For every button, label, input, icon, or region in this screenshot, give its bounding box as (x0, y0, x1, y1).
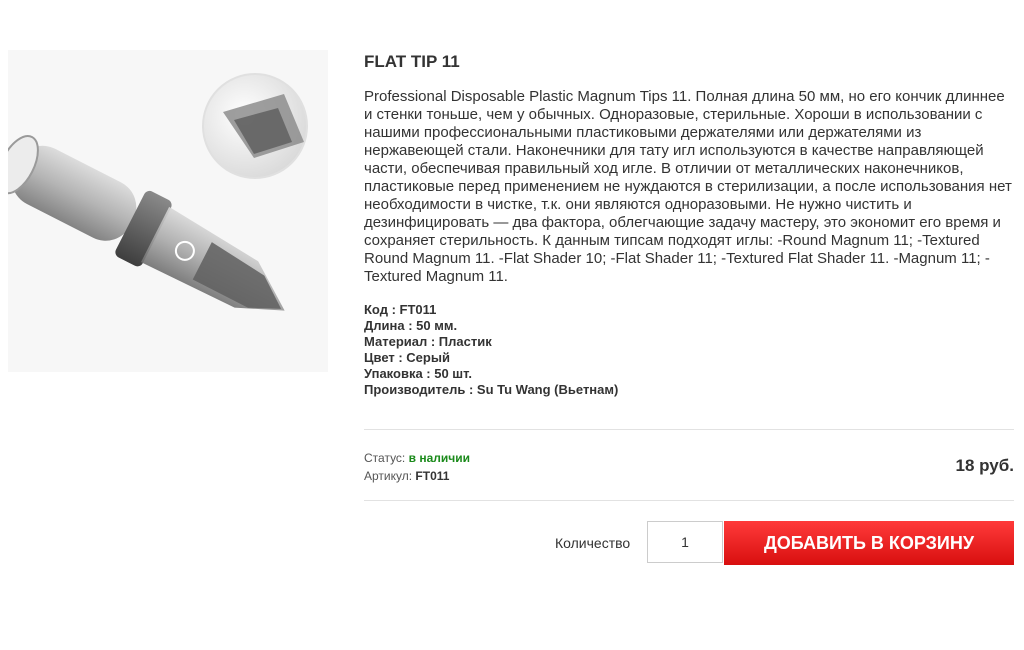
sku-row: Артикул: FT011 (364, 467, 470, 485)
add-to-cart-button[interactable]: ДОБАВИТЬ В КОРЗИНУ (724, 521, 1014, 565)
sku-label: Артикул: (364, 469, 413, 483)
quantity-input[interactable] (647, 521, 723, 563)
status-block: Статус: в наличии Артикул: FT011 (364, 449, 470, 485)
sku-value: FT011 (415, 469, 450, 483)
tattoo-tip-illustration (8, 50, 328, 372)
spec-package: Упаковка : 50 шт. (364, 366, 472, 381)
product-price: 18 руб. (955, 456, 1014, 475)
product-title: FLAT TIP 11 (364, 52, 460, 71)
product-description: Professional Disposable Plastic Magnum T… (364, 88, 1012, 285)
spec-manufacturer: Производитель : Su Tu Wang (Вьетнам) (364, 382, 619, 397)
status-label: Статус: (364, 451, 406, 465)
product-specs: Код : FT011 Длина : 50 мм. Материал : Пл… (364, 302, 1014, 398)
spec-material: Материал : Пластик (364, 334, 492, 349)
spec-color: Цвет : Серый (364, 350, 450, 365)
spec-code: Код : FT011 (364, 302, 437, 317)
product-info: FLAT TIP 11 Professional Disposable Plas… (364, 52, 1014, 398)
divider-top (364, 429, 1014, 430)
spec-length: Длина : 50 мм. (364, 318, 458, 333)
product-image[interactable] (8, 50, 328, 372)
divider-bottom (364, 500, 1014, 501)
quantity-label: Количество (555, 535, 631, 551)
status-value: в наличии (408, 451, 470, 465)
status-row: Статус: в наличии (364, 449, 470, 467)
